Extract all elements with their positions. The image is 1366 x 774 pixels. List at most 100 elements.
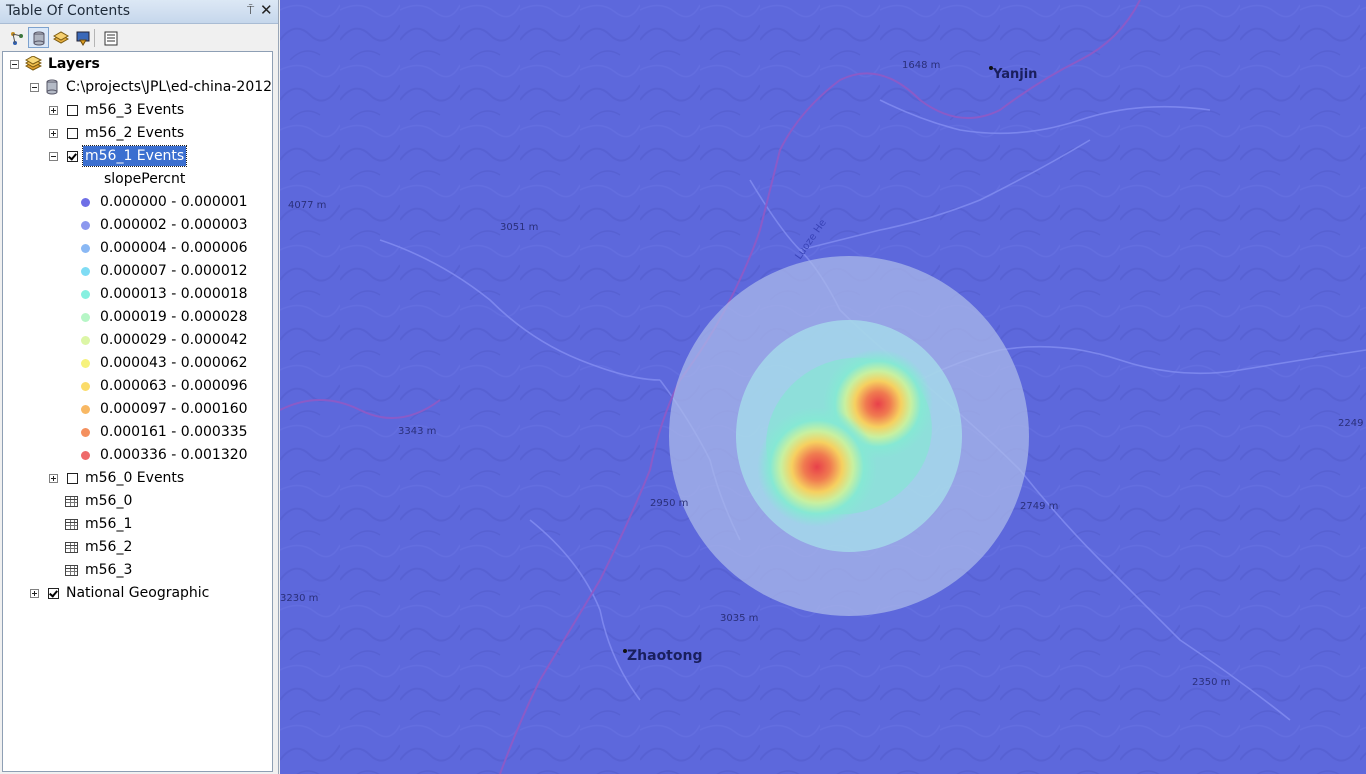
hotspot-southwest (757, 407, 877, 527)
pin-icon[interactable]: ⍑ (247, 3, 254, 18)
legend-class: 0.000007 - 0.000012 (3, 261, 271, 283)
table-icon (65, 496, 78, 507)
expand-toggle[interactable] (49, 129, 58, 138)
expand-toggle[interactable] (49, 106, 58, 115)
collapse-toggle[interactable] (10, 60, 19, 69)
layer-m56-0-events[interactable]: m56_0 Events (3, 468, 271, 490)
layer-label: National Geographic (66, 585, 210, 601)
legend-symbol-icon (81, 359, 90, 368)
legend-class-label: 0.000063 - 0.000096 (100, 378, 248, 394)
legend-class: 0.000013 - 0.000018 (3, 284, 271, 306)
legend-class-label: 0.000336 - 0.001320 (100, 447, 248, 463)
legend-symbol-icon (81, 313, 90, 322)
legend-symbol-icon (81, 405, 90, 414)
layer-label-selected: m56_1 Events (81, 145, 188, 167)
legend-class-label: 0.000161 - 0.000335 (100, 424, 248, 440)
table-label: m56_0 (85, 493, 133, 509)
map-view[interactable]: Luoze He 1648 m 4077 m 3051 m 3343 m 295… (280, 0, 1366, 774)
elevation-label: 3035 m (720, 613, 759, 624)
list-by-source-button[interactable] (28, 27, 49, 48)
table-item[interactable]: m56_1 (3, 514, 271, 536)
legend-class: 0.000000 - 0.000001 (3, 192, 271, 214)
layer-m56-2-events[interactable]: m56_2 Events (3, 123, 271, 145)
table-item[interactable]: m56_0 (3, 491, 271, 513)
legend-symbol-icon (81, 244, 90, 253)
legend-symbol-icon (81, 267, 90, 276)
legend-symbol-icon (81, 336, 90, 345)
list-by-selection-button[interactable] (72, 27, 93, 48)
legend-class-label: 0.000013 - 0.000018 (100, 286, 248, 302)
toc-title: Table Of Contents (6, 3, 131, 19)
legend-class: 0.000019 - 0.000028 (3, 307, 271, 329)
legend-symbol-icon (81, 290, 90, 299)
list-by-drawing-order-button[interactable] (6, 27, 27, 48)
legend-class: 0.000097 - 0.000160 (3, 399, 271, 421)
layer-m56-3-events[interactable]: m56_3 Events (3, 100, 271, 122)
tree-data-source[interactable]: C:\projects\JPL\ed-china-20120 (3, 77, 273, 99)
options-icon (104, 31, 118, 46)
list-by-drawing-order-icon (11, 32, 23, 45)
legend-class-label: 0.000007 - 0.000012 (100, 263, 248, 279)
legend-class-label: 0.000000 - 0.000001 (100, 194, 248, 210)
table-label: m56_3 (85, 562, 133, 578)
legend-class-label: 0.000029 - 0.000042 (100, 332, 248, 348)
layer-national-geographic[interactable]: National Geographic (3, 583, 271, 605)
legend-class: 0.000004 - 0.000006 (3, 238, 271, 260)
elevation-label: 1648 m (902, 60, 941, 71)
data-source-path: C:\projects\JPL\ed-china-20120 (66, 79, 273, 95)
table-icon (65, 565, 78, 576)
table-label: m56_1 (85, 516, 133, 532)
close-icon[interactable]: ✕ (260, 1, 273, 19)
toolbar-separator (94, 29, 95, 47)
legend-symbol-icon (81, 221, 90, 230)
place-label-yanjin: Yanjin (993, 67, 1038, 82)
toc-toolbar (0, 25, 278, 51)
legend-symbol-icon (81, 198, 90, 207)
expand-toggle[interactable] (49, 474, 58, 483)
list-by-source-icon (33, 31, 45, 46)
table-label: m56_2 (85, 539, 133, 555)
elevation-label: 3230 m (280, 593, 319, 604)
layer-label: m56_3 Events (85, 102, 185, 118)
list-by-selection-icon (76, 31, 90, 46)
elevation-label: 4077 m (288, 200, 327, 211)
layer-visibility-checkbox[interactable] (67, 473, 78, 484)
legend-class-label: 0.000019 - 0.000028 (100, 309, 248, 325)
collapse-toggle[interactable] (49, 152, 58, 161)
layer-visibility-checkbox[interactable] (67, 151, 78, 162)
map-canvas[interactable]: Luoze He (280, 0, 1366, 774)
elevation-label: 3343 m (398, 426, 437, 437)
list-by-visibility-icon (53, 31, 70, 44)
table-of-contents-panel: Table Of Contents ⍑ ✕ Layers C:\projects… (0, 0, 279, 774)
legend-class: 0.000161 - 0.000335 (3, 422, 271, 444)
list-by-visibility-button[interactable] (50, 27, 71, 48)
layer-visibility-checkbox[interactable] (67, 105, 78, 116)
table-item[interactable]: m56_2 (3, 537, 271, 559)
elevation-label: 2950 m (650, 498, 689, 509)
layer-m56-1-events[interactable]: m56_1 Events (3, 145, 271, 168)
database-icon (46, 79, 58, 95)
legend-class-label: 0.000004 - 0.000006 (100, 240, 248, 256)
legend-field: slopePercnt (3, 169, 271, 191)
table-icon (65, 542, 78, 553)
elevation-label: 2749 m (1020, 501, 1059, 512)
expand-toggle[interactable] (30, 589, 39, 598)
table-item[interactable]: m56_3 (3, 560, 271, 582)
tree-root-layers[interactable]: Layers (3, 54, 271, 76)
layer-label: m56_0 Events (85, 470, 185, 486)
legend-class-label: 0.000043 - 0.000062 (100, 355, 248, 371)
layer-label: m56_2 Events (85, 125, 185, 141)
collapse-toggle[interactable] (30, 83, 39, 92)
elevation-label: 2350 m (1192, 677, 1231, 688)
legend-class-label: 0.000097 - 0.000160 (100, 401, 248, 417)
legend-class: 0.000063 - 0.000096 (3, 376, 271, 398)
layer-visibility-checkbox[interactable] (48, 588, 59, 599)
toc-tree: Layers C:\projects\JPL\ed-china-20120 m5… (2, 51, 273, 772)
elevation-label: 3051 m (500, 222, 539, 233)
legend-class-label: 0.000002 - 0.000003 (100, 217, 248, 233)
options-button[interactable] (100, 27, 121, 48)
legend-class: 0.000043 - 0.000062 (3, 353, 271, 375)
legend-class: 0.000336 - 0.001320 (3, 445, 271, 467)
layer-visibility-checkbox[interactable] (67, 128, 78, 139)
legend-field-label: slopePercnt (104, 171, 186, 187)
